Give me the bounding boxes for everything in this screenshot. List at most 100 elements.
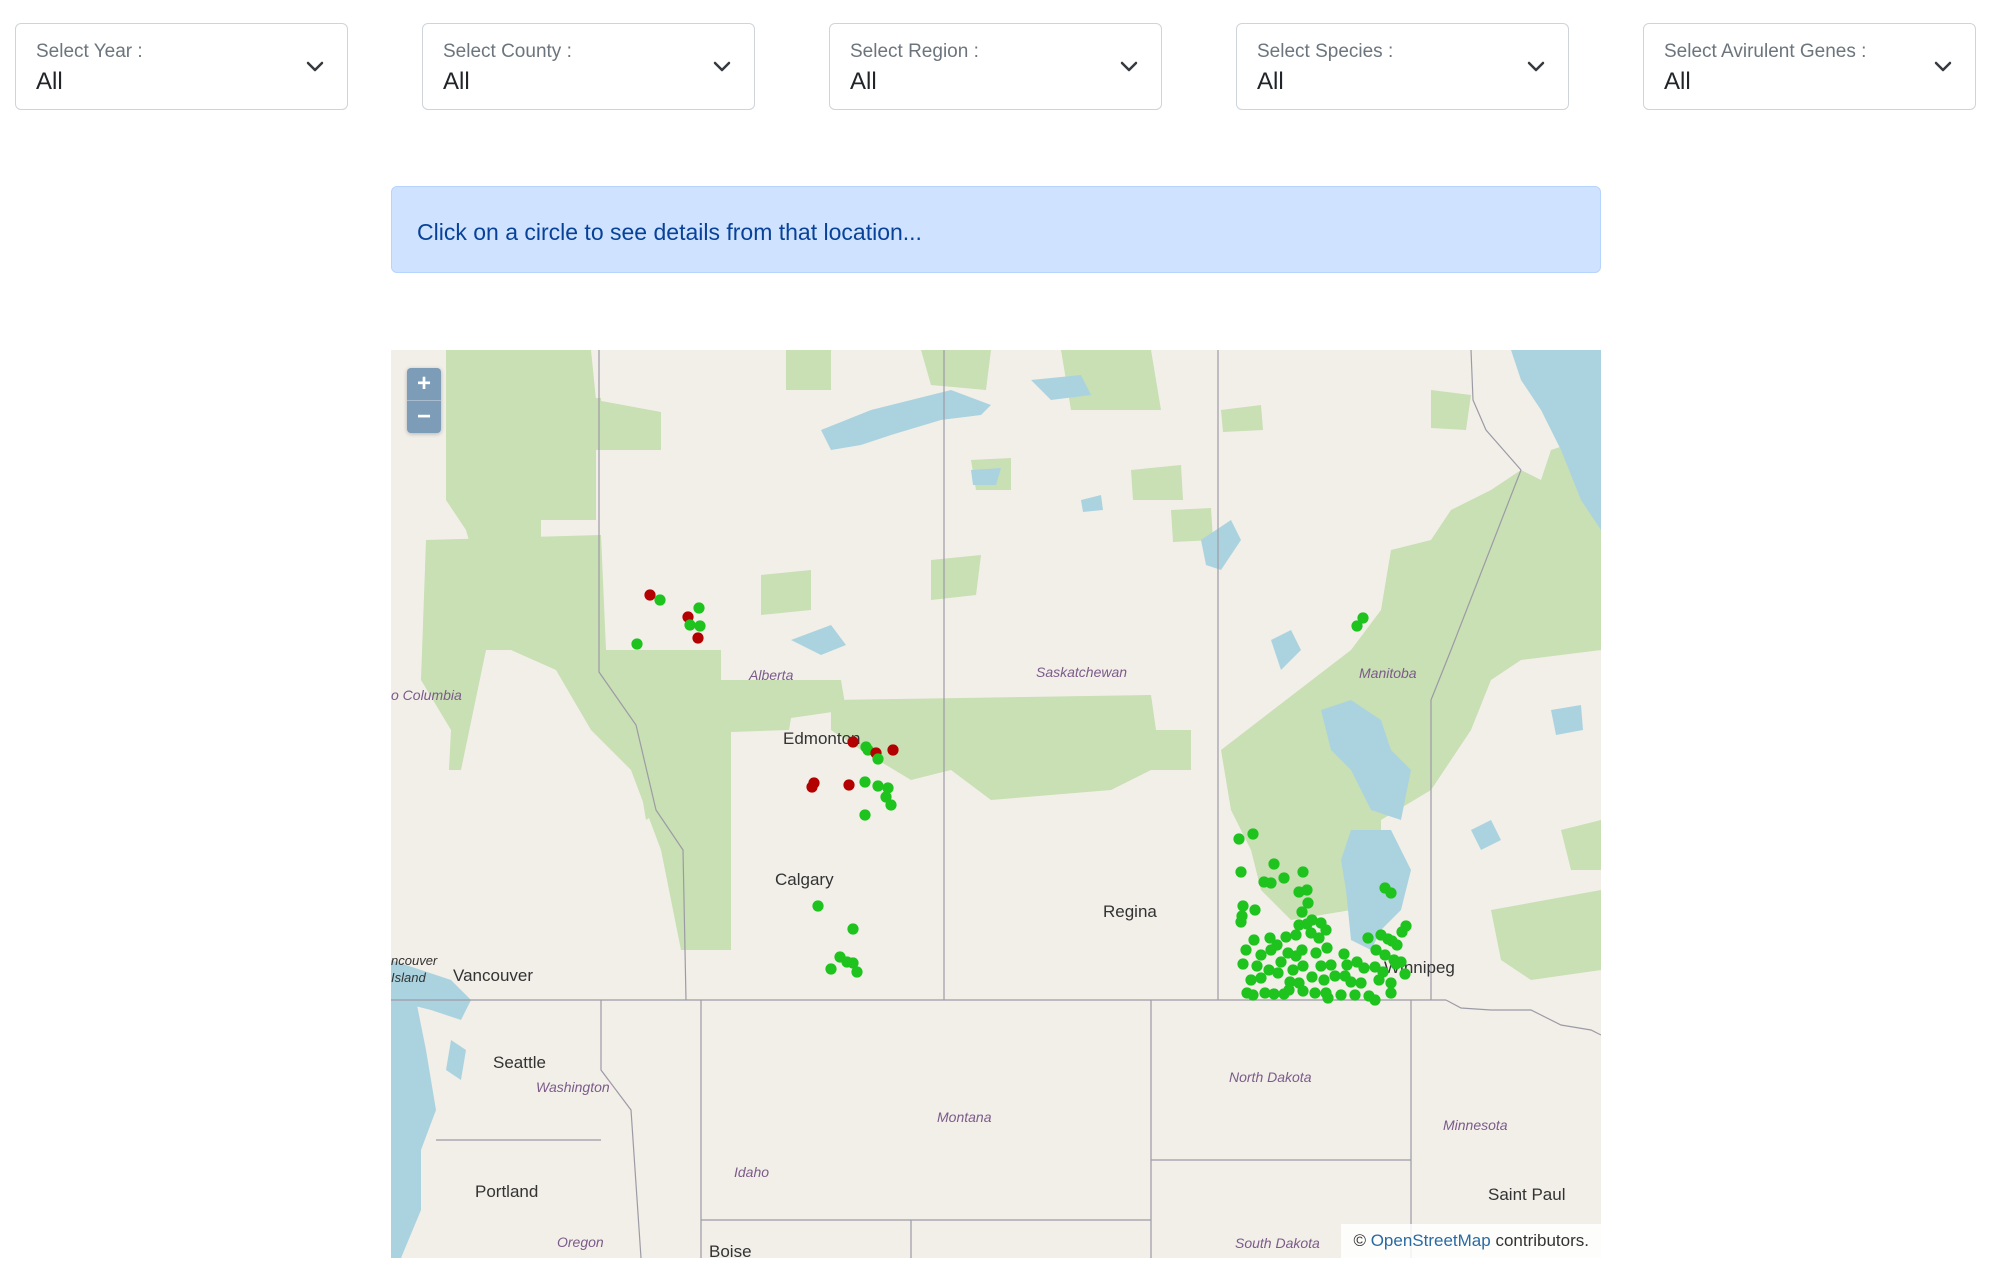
location-circle[interactable] [1355,977,1367,989]
location-circle[interactable] [1301,884,1313,896]
label-boise: Boise [709,1242,752,1258]
location-circle[interactable] [1362,932,1374,944]
zoom-out-button[interactable]: − [407,400,441,433]
location-circle[interactable] [1369,994,1381,1006]
location-circle[interactable] [1349,989,1361,1001]
map-container[interactable]: Alberta Saskatchewan Manitoba o Columbia… [391,350,1601,1258]
location-circle[interactable] [851,966,863,978]
location-circle[interactable] [847,736,859,748]
location-circle[interactable] [1390,958,1402,970]
location-circle[interactable] [694,620,706,632]
label-montana: Montana [937,1109,992,1125]
location-circle[interactable] [693,602,705,614]
location-circle[interactable] [1255,972,1267,984]
location-circle[interactable] [859,809,871,821]
location-circle[interactable] [847,923,859,935]
location-circle[interactable] [1400,920,1412,932]
location-circle[interactable] [1385,887,1397,899]
location-circle[interactable] [1268,988,1280,1000]
location-circle[interactable] [1335,989,1347,1001]
location-circle[interactable] [1329,970,1341,982]
location-circle[interactable] [1247,828,1259,840]
avirulent-genes-select-label: Select Avirulent Genes : [1664,41,1867,62]
filter-bar: Select Year : All Select County : All Se… [0,0,1999,140]
location-circle[interactable] [1235,866,1247,878]
location-circle[interactable] [1237,900,1249,912]
location-circle[interactable] [644,589,656,601]
location-circle[interactable] [1351,620,1363,632]
chevron-down-icon [713,61,731,72]
location-circle[interactable] [654,594,666,606]
location-circle[interactable] [1296,906,1308,918]
location-circle[interactable] [1321,942,1333,954]
location-circle[interactable] [631,638,643,650]
location-circle[interactable] [1385,977,1397,989]
location-circle[interactable] [1297,866,1309,878]
location-circle[interactable] [1320,987,1332,999]
location-circle[interactable] [1268,858,1280,870]
location-circle[interactable] [872,780,884,792]
location-circle[interactable] [859,776,871,788]
location-circle[interactable] [1278,872,1290,884]
location-circle[interactable] [1235,916,1247,928]
label-vancouver: Vancouver [453,966,533,985]
location-circle[interactable] [1391,939,1403,951]
location-circle[interactable] [885,799,897,811]
location-circle[interactable] [1249,904,1261,916]
location-circle[interactable] [692,632,704,644]
location-circle[interactable] [1296,944,1308,956]
location-circle[interactable] [825,963,837,975]
county-select[interactable]: Select County : All [422,23,755,110]
location-circle[interactable] [843,779,855,791]
location-circle[interactable] [1325,959,1337,971]
openstreetmap-link[interactable]: OpenStreetMap [1371,1231,1491,1250]
region-select-value: All [850,68,877,95]
location-circle[interactable] [1297,960,1309,972]
location-circle[interactable] [1280,931,1292,943]
location-circle[interactable] [1265,877,1277,889]
location-circle[interactable] [1237,958,1249,970]
location-circle[interactable] [1287,964,1299,976]
location-circle[interactable] [1385,987,1397,999]
location-circle[interactable] [1399,968,1411,980]
location-circle[interactable] [684,619,696,631]
zoom-in-button[interactable]: + [407,368,441,400]
location-circle[interactable] [1297,985,1309,997]
location-circle[interactable] [1255,949,1267,961]
location-circle[interactable] [1272,967,1284,979]
location-circle[interactable] [1251,960,1263,972]
location-circle[interactable] [1338,948,1350,960]
location-circle[interactable] [1310,947,1322,959]
location-circle[interactable] [1290,929,1302,941]
location-circle[interactable] [1313,932,1325,944]
county-select-label: Select County : [443,41,572,62]
species-select[interactable]: Select Species : All [1236,23,1569,110]
location-circle[interactable] [1315,960,1327,972]
location-circle[interactable] [1373,974,1385,986]
location-circle[interactable] [1248,934,1260,946]
location-circle[interactable] [806,781,818,793]
location-circle[interactable] [1309,987,1321,999]
location-circle[interactable] [812,900,824,912]
location-circle[interactable] [1345,976,1357,988]
label-portland: Portland [475,1182,538,1201]
location-circle[interactable] [1283,984,1295,996]
location-circle[interactable] [1240,944,1252,956]
region-select[interactable]: Select Region : All [829,23,1162,110]
year-select[interactable]: Select Year : All [15,23,348,110]
location-circle[interactable] [872,753,884,765]
location-circle[interactable] [1358,962,1370,974]
avirulent-genes-select[interactable]: Select Avirulent Genes : All [1643,23,1976,110]
label-saskatchewan: Saskatchewan [1036,664,1127,680]
map-canvas[interactable]: Alberta Saskatchewan Manitoba o Columbia… [391,350,1601,1258]
location-circle[interactable] [1275,956,1287,968]
location-circle[interactable] [1271,939,1283,951]
location-circle[interactable] [1318,974,1330,986]
location-circle[interactable] [887,744,899,756]
location-circle[interactable] [1306,971,1318,983]
location-circle[interactable] [1247,989,1259,1001]
label-idaho: Idaho [734,1164,769,1180]
location-circle[interactable] [1245,974,1257,986]
location-circle[interactable] [1341,959,1353,971]
location-circle[interactable] [1233,833,1245,845]
